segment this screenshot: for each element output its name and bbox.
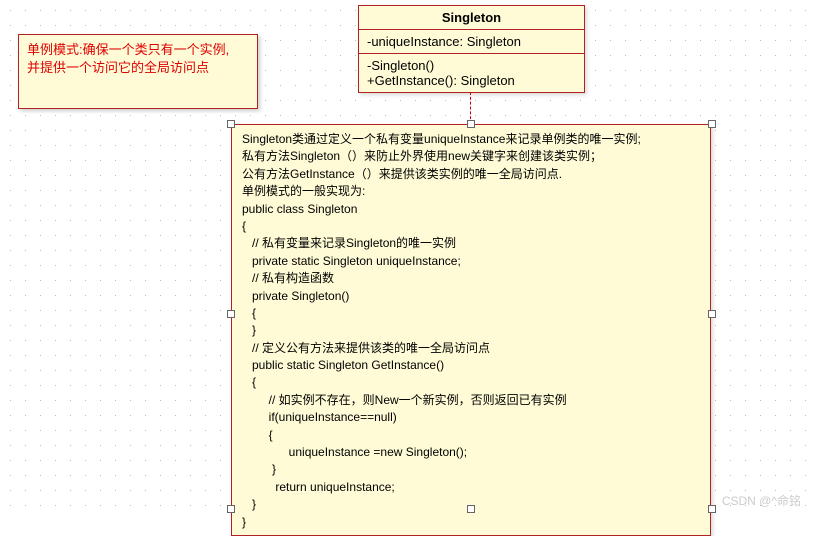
uml-attributes: -uniqueInstance: Singleton xyxy=(359,30,584,54)
code-line: private static Singleton uniqueInstance; xyxy=(242,254,461,268)
code-intro1: Singleton类通过定义一个私有变量uniqueInstance来记录单例类… xyxy=(242,132,641,146)
resize-handle-n[interactable] xyxy=(467,120,475,128)
resize-handle-e[interactable] xyxy=(708,310,716,318)
code-line: { xyxy=(242,306,256,320)
code-line: private Singleton() xyxy=(242,289,349,303)
uml-operation: +GetInstance(): Singleton xyxy=(367,73,576,88)
code-intro3: 公有方法GetInstance（）来提供该类实例的唯一全局访问点. xyxy=(242,167,562,181)
resize-handle-ne[interactable] xyxy=(708,120,716,128)
code-line: return uniqueInstance; xyxy=(242,480,395,494)
resize-handle-sw[interactable] xyxy=(227,505,235,513)
resize-handle-s[interactable] xyxy=(467,505,475,513)
code-intro4: 单例模式的一般实现为: xyxy=(242,184,365,198)
code-line: if(uniqueInstance==null) xyxy=(242,410,397,424)
code-line: { xyxy=(242,219,246,233)
desc-line1: 单例模式:确保一个类只有一个实例, xyxy=(27,41,249,59)
code-note[interactable]: Singleton类通过定义一个私有变量uniqueInstance来记录单例类… xyxy=(231,124,711,536)
code-line: // 定义公有方法来提供该类的唯一全局访问点 xyxy=(242,341,490,355)
code-line: // 私有变量来记录Singleton的唯一实例 xyxy=(242,236,456,250)
code-intro2: 私有方法Singleton（）来防止外界使用new关键字来创建该类实例； xyxy=(242,149,602,163)
uml-attribute: -uniqueInstance: Singleton xyxy=(367,34,576,49)
resize-handle-w[interactable] xyxy=(227,310,235,318)
resize-handle-se[interactable] xyxy=(708,505,716,513)
code-line: // 私有构造函数 xyxy=(242,271,334,285)
code-line: } xyxy=(242,323,256,337)
description-note: 单例模式:确保一个类只有一个实例, 并提供一个访问它的全局访问点 xyxy=(18,34,258,109)
code-line: { xyxy=(242,375,256,389)
code-line: public class Singleton xyxy=(242,202,357,216)
watermark: CSDN @^命铭 xyxy=(722,492,801,509)
code-line: } xyxy=(242,462,276,476)
code-line: } xyxy=(242,515,246,529)
uml-operations: -Singleton() +GetInstance(): Singleton xyxy=(359,54,584,92)
uml-operation: -Singleton() xyxy=(367,58,576,73)
code-line: public static Singleton GetInstance() xyxy=(242,358,444,372)
uml-class-singleton: Singleton -uniqueInstance: Singleton -Si… xyxy=(358,5,585,93)
code-line: { xyxy=(242,428,273,442)
code-line: // 如实例不存在，则New一个新实例，否则返回已有实例 xyxy=(242,393,567,407)
code-line: } xyxy=(242,497,256,511)
resize-handle-nw[interactable] xyxy=(227,120,235,128)
desc-line2: 并提供一个访问它的全局访问点 xyxy=(27,59,249,77)
uml-class-name: Singleton xyxy=(359,6,584,30)
code-line: uniqueInstance =new Singleton(); xyxy=(242,445,467,459)
